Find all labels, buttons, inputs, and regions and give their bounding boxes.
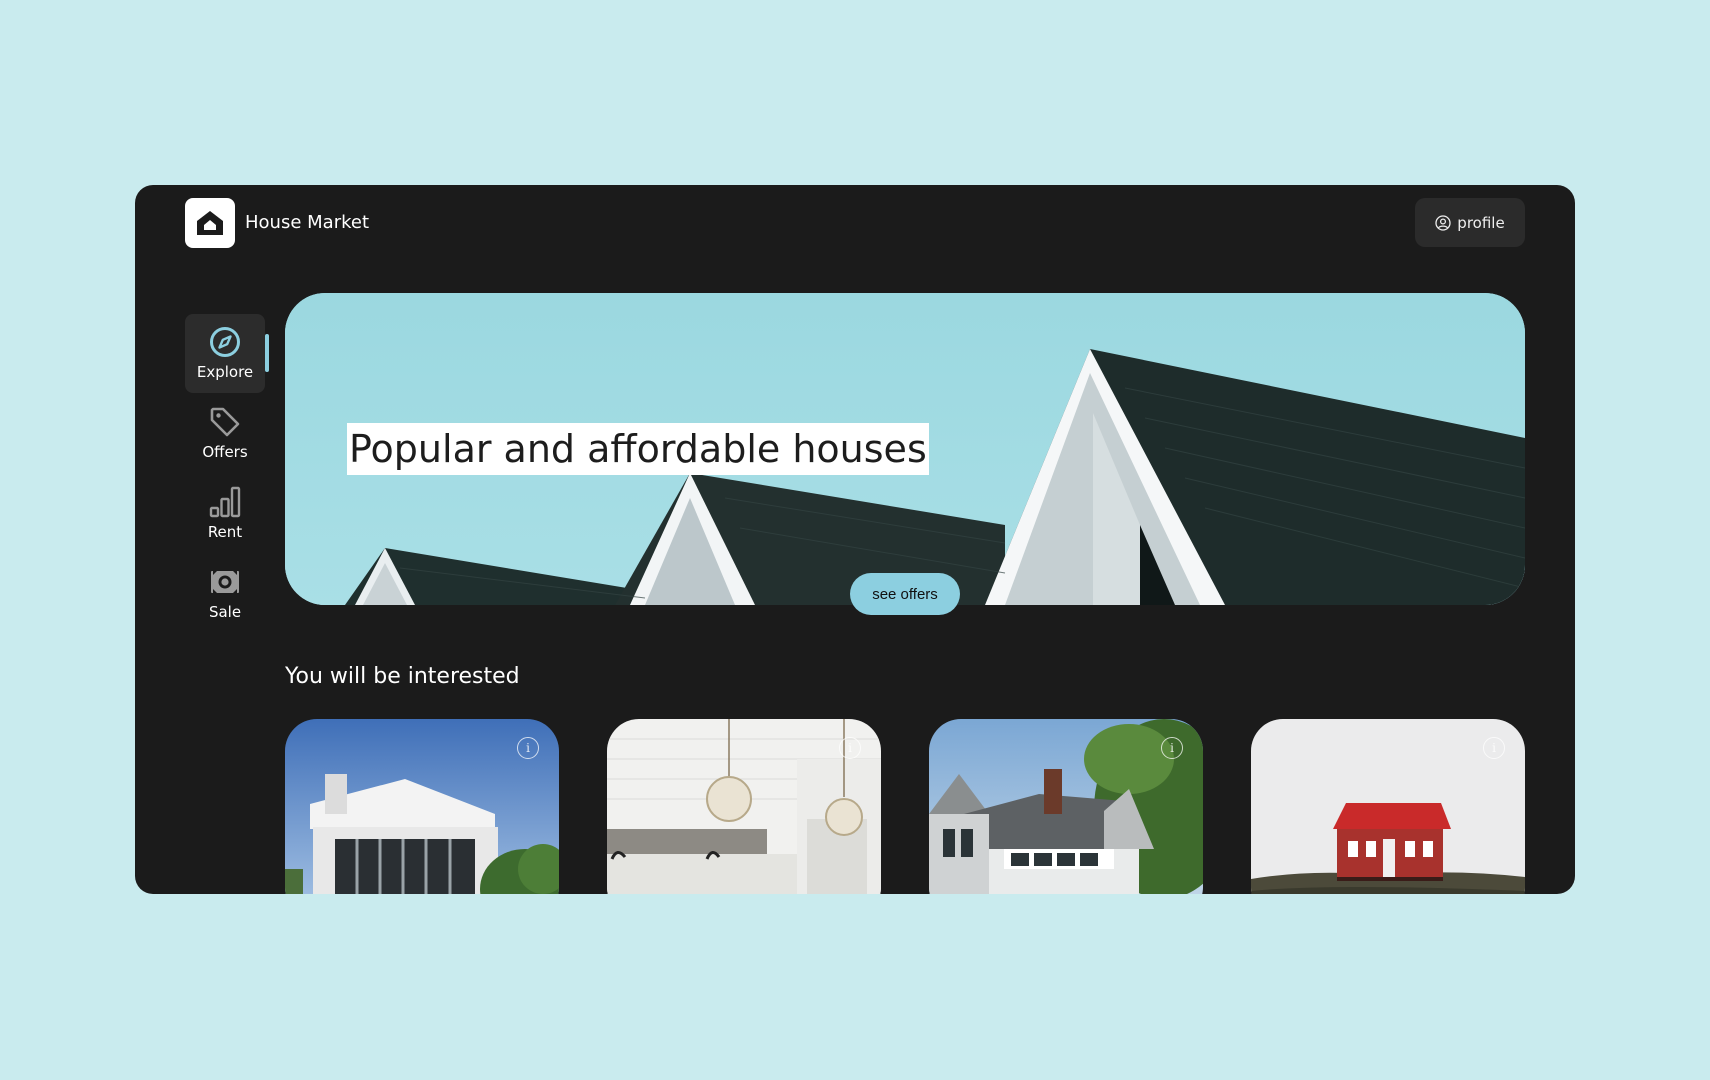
house-logo-icon <box>197 211 223 235</box>
active-indicator <box>265 334 269 372</box>
sidebar-item-sale[interactable]: Sale <box>185 554 265 633</box>
logo[interactable] <box>185 198 235 248</box>
property-card[interactable]: i <box>607 719 881 894</box>
property-card[interactable]: i <box>1251 719 1525 894</box>
sidebar-item-label: Rent <box>207 523 243 541</box>
sidebar-item-explore[interactable]: Explore <box>185 314 269 393</box>
app-window: House Market profile Explore Offers Rent… <box>135 185 1575 894</box>
tag-icon <box>210 407 240 437</box>
profile-label: profile <box>1457 213 1505 232</box>
compass-icon <box>210 327 240 357</box>
user-circle-icon <box>1435 214 1451 231</box>
bar-chart-icon <box>209 486 241 518</box>
property-card[interactable]: i <box>929 719 1203 894</box>
see-offers-button[interactable]: see offers <box>850 573 960 615</box>
info-icon[interactable]: i <box>839 737 861 759</box>
hero-title: Popular and affordable houses <box>347 423 929 475</box>
brand-name: House Market <box>245 212 370 233</box>
sidebar-item-label: Offers <box>202 443 248 461</box>
sidebar-item-label: Explore <box>196 363 254 381</box>
sidebar-item-offers[interactable]: Offers <box>185 394 265 473</box>
section-title: You will be interested <box>285 664 520 689</box>
info-icon[interactable]: i <box>1483 737 1505 759</box>
property-card[interactable]: i <box>285 719 559 894</box>
cash-icon <box>211 571 239 593</box>
profile-button[interactable]: profile <box>1415 198 1525 247</box>
sidebar: Explore Offers Rent Sale <box>185 314 269 634</box>
hero-banner: Popular and affordable houses <box>285 293 1525 605</box>
info-icon[interactable]: i <box>1161 737 1183 759</box>
info-icon[interactable]: i <box>517 737 539 759</box>
sidebar-item-label: Sale <box>208 603 242 621</box>
sidebar-item-rent[interactable]: Rent <box>185 474 265 553</box>
